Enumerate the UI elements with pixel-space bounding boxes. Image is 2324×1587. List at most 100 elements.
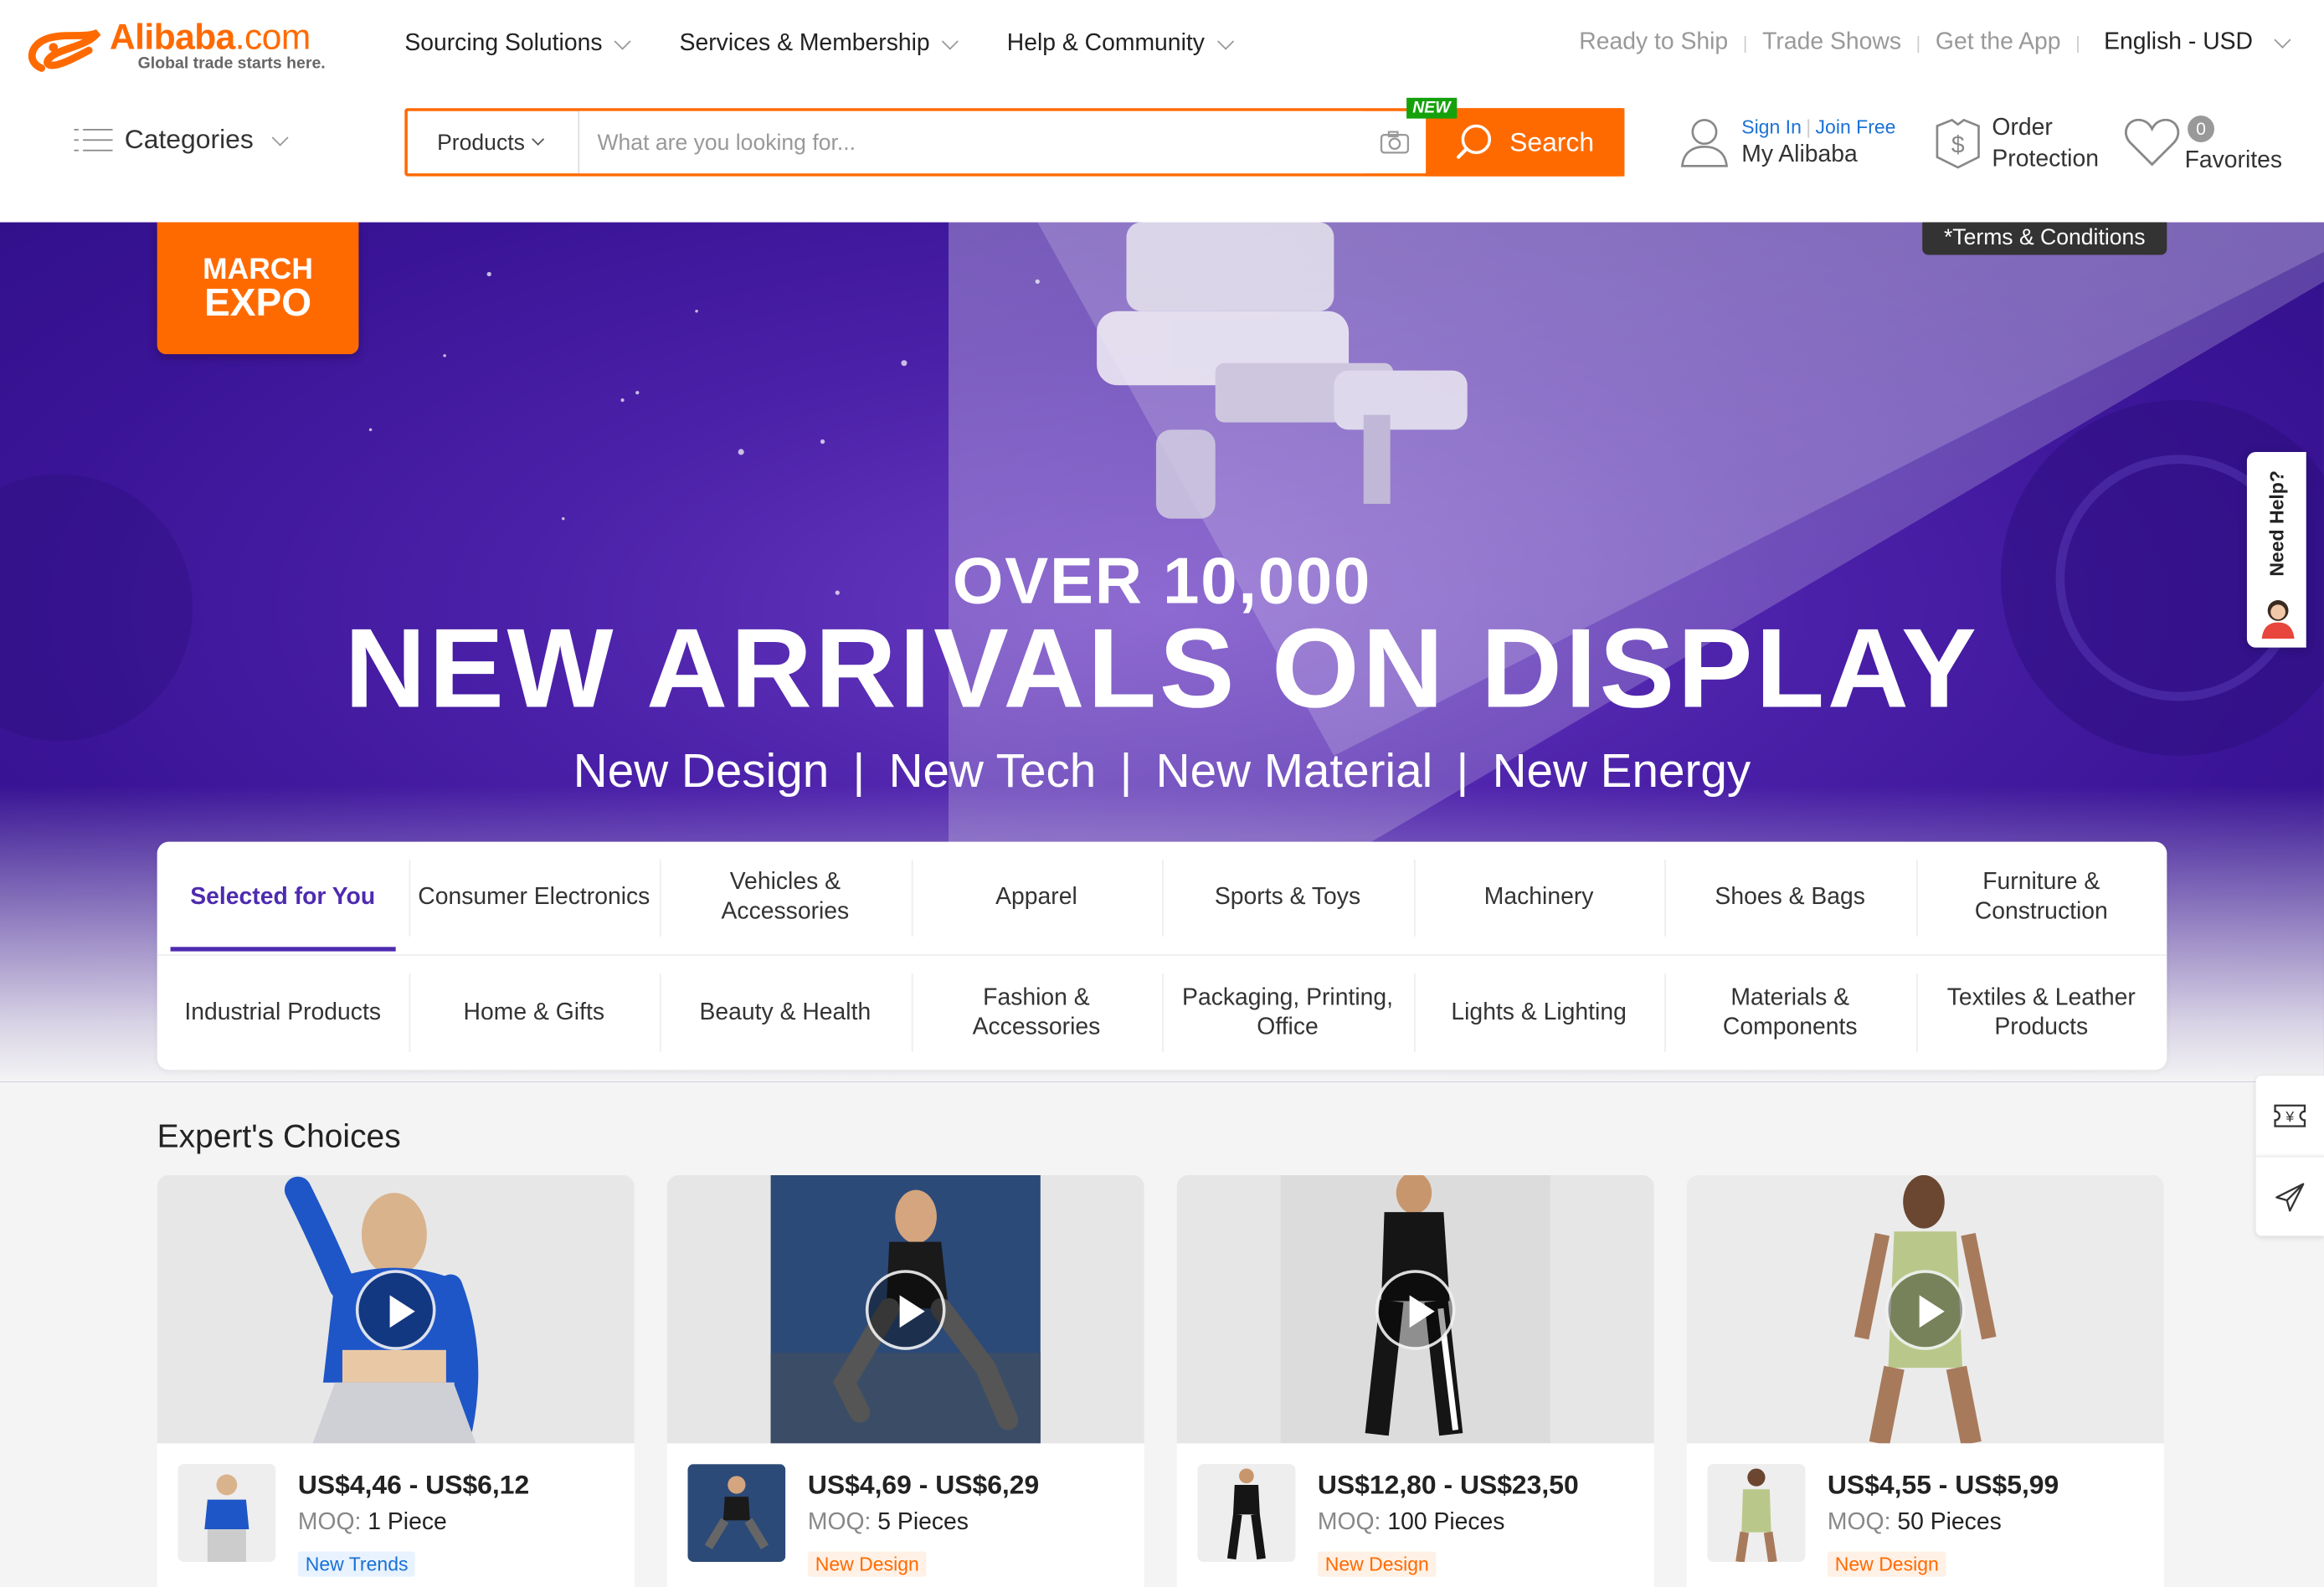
shield-dollar-icon: $ [1936, 118, 1980, 169]
categories-label: Categories [124, 124, 254, 155]
favorites[interactable]: 0 Favorites [2122, 116, 2300, 175]
trade-shows-link[interactable]: Trade Shows [1762, 29, 1901, 56]
main-nav: Sourcing Solutions Services & Membership… [404, 31, 1237, 58]
product-moq: MOQ: 5 Pieces [808, 1510, 969, 1537]
badge-line2: EXPO [204, 280, 312, 325]
play-icon[interactable] [1884, 1270, 1966, 1350]
airplane-icon [2275, 1182, 2305, 1211]
product-video-thumbnail[interactable] [1176, 1174, 1654, 1444]
tab-shoes-bags[interactable]: Shoes & Bags [1664, 842, 1915, 955]
search-icon [1457, 124, 1492, 159]
divider: | [2075, 32, 2080, 54]
hero-tag: New Tech [888, 743, 1097, 798]
product-tag: New Design [1317, 1551, 1437, 1577]
categories-menu[interactable]: Categories [74, 124, 292, 156]
search-input[interactable] [579, 110, 1364, 174]
logo-tagline: Global trade starts here. [137, 54, 326, 73]
hero-tagline: New Design | New Tech | New Material | New Ene… [0, 744, 2324, 799]
tab-furniture-construction[interactable]: Furniture & Construction [1915, 842, 2167, 955]
tab-machinery[interactable]: Machinery [1413, 842, 1664, 955]
logo-wordmark: Alibaba.com [110, 18, 311, 59]
divider: | [1915, 32, 1921, 54]
product-video-thumbnail[interactable] [666, 1174, 1144, 1444]
tab-vehicles-accessories[interactable]: Vehicles & Accessories [659, 842, 911, 955]
product-price: US$12,80 - US$23,50 [1317, 1470, 1579, 1500]
order-label-line1: Order [1992, 116, 2053, 141]
moq-value: 50 Pieces [1897, 1510, 2002, 1536]
order-protection[interactable]: $ Order Protection [1933, 113, 2099, 175]
search-type-dropdown[interactable]: Products [408, 110, 580, 174]
language-currency-selector[interactable]: English - USD [2104, 29, 2324, 56]
order-label-line2: Protection [1992, 146, 2099, 172]
need-help-widget[interactable]: Need Help? [2246, 451, 2306, 648]
category-row: Industrial Products Home & Gifts Beauty … [157, 956, 2167, 1070]
tab-industrial-products[interactable]: Industrial Products [157, 956, 409, 1070]
tab-fashion-accessories[interactable]: Fashion & Accessories [910, 956, 1162, 1070]
tab-packaging-printing-office[interactable]: Packaging, Printing, Office [1161, 956, 1413, 1070]
join-free-link[interactable]: Join Free [1816, 116, 1896, 138]
product-tag: New Design [807, 1551, 927, 1577]
product-card[interactable]: US$4,46 - US$6,12 MOQ: 1 Piece New Trend… [157, 1174, 635, 1587]
section-title-experts-choices: Expert's Choices [157, 1117, 401, 1155]
tab-home-gifts[interactable]: Home & Gifts [408, 956, 660, 1070]
my-alibaba-account[interactable]: Sign In | Join Free My Alibaba [1679, 116, 1896, 169]
play-icon[interactable] [1375, 1270, 1456, 1350]
coupon-icon: ¥ [2274, 1104, 2306, 1127]
divider: | [852, 743, 866, 798]
product-price: US$4,46 - US$6,12 [297, 1470, 530, 1500]
chevron-down-icon [532, 132, 545, 146]
nav-help-community[interactable]: Help & Community [1007, 31, 1237, 58]
search-button-label: Search [1509, 126, 1595, 157]
product-moq: MOQ: 1 Piece [298, 1510, 447, 1537]
nav-services-membership[interactable]: Services & Membership [680, 31, 963, 58]
tab-lights-lighting[interactable]: Lights & Lighting [1413, 956, 1664, 1070]
nav-label: Sourcing Solutions [404, 31, 603, 57]
image-search-camera-icon[interactable] [1364, 111, 1426, 173]
tab-sports-toys[interactable]: Sports & Toys [1161, 842, 1413, 955]
ready-to-ship-link[interactable]: Ready to Ship [1579, 29, 1728, 56]
alibaba-logo[interactable]: Alibaba.com Global trade starts here. [23, 18, 349, 77]
play-icon[interactable] [355, 1270, 436, 1350]
logistics-tool-button[interactable] [2255, 1155, 2324, 1236]
product-video-thumbnail[interactable] [1686, 1174, 2164, 1444]
product-card[interactable]: US$4,69 - US$6,29 MOQ: 5 Pieces New Desi… [666, 1174, 1144, 1587]
product-video-thumbnail[interactable] [157, 1174, 635, 1444]
tab-consumer-electronics[interactable]: Consumer Electronics [408, 842, 660, 955]
my-alibaba-label: My Alibaba [1741, 141, 1858, 168]
logo-suffix: .com [234, 18, 311, 59]
product-thumbnail[interactable] [1197, 1464, 1296, 1563]
play-icon[interactable] [865, 1270, 946, 1350]
get-the-app-link[interactable]: Get the App [1936, 29, 2061, 56]
moq-label: MOQ: [1317, 1510, 1381, 1536]
tab-apparel[interactable]: Apparel [910, 842, 1162, 955]
hero-tag: New Material [1155, 743, 1433, 798]
chevron-down-icon [1216, 33, 1234, 50]
tab-materials-components[interactable]: Materials & Components [1664, 956, 1915, 1070]
product-thumbnail[interactable] [177, 1464, 276, 1563]
category-tabs: Selected for You Consumer Electronics Ve… [157, 841, 2167, 1071]
moq-value: 1 Piece [368, 1510, 447, 1536]
chevron-down-icon [614, 33, 632, 50]
product-card[interactable]: US$4,55 - US$5,99 MOQ: 50 Pieces New Des… [1686, 1174, 2164, 1587]
alibaba-homepage: Alibaba.com Global trade starts here. So… [0, 0, 2324, 1587]
tab-beauty-health[interactable]: Beauty & Health [659, 956, 911, 1070]
chevron-down-icon [271, 128, 289, 146]
list-menu-icon [74, 126, 113, 153]
nav-sourcing-solutions[interactable]: Sourcing Solutions [404, 31, 635, 58]
product-card[interactable]: US$12,80 - US$23,50 MOQ: 100 Pieces New … [1176, 1174, 1654, 1587]
tab-textiles-leather-products[interactable]: Textiles & Leather Products [1915, 956, 2167, 1070]
divider: | [1742, 32, 1748, 54]
tab-selected-for-you[interactable]: Selected for You [157, 842, 409, 955]
nav-label: Services & Membership [679, 31, 930, 57]
hero-tag: New Design [573, 743, 830, 798]
search-type-label: Products [437, 129, 525, 156]
product-thumbnail[interactable] [1707, 1464, 1806, 1563]
product-thumbnail[interactable] [687, 1464, 786, 1563]
coupon-tool-button[interactable]: ¥ [2255, 1076, 2324, 1156]
terms-conditions-link[interactable]: *Terms & Conditions [1922, 222, 2167, 255]
svg-text:$: $ [1951, 131, 1965, 158]
moq-label: MOQ: [297, 1510, 362, 1536]
sign-in-link[interactable]: Sign In [1741, 116, 1802, 138]
heart-icon [2125, 118, 2180, 167]
utility-nav: Ready to Ship | Trade Shows | Get the Ap… [1579, 29, 2324, 56]
